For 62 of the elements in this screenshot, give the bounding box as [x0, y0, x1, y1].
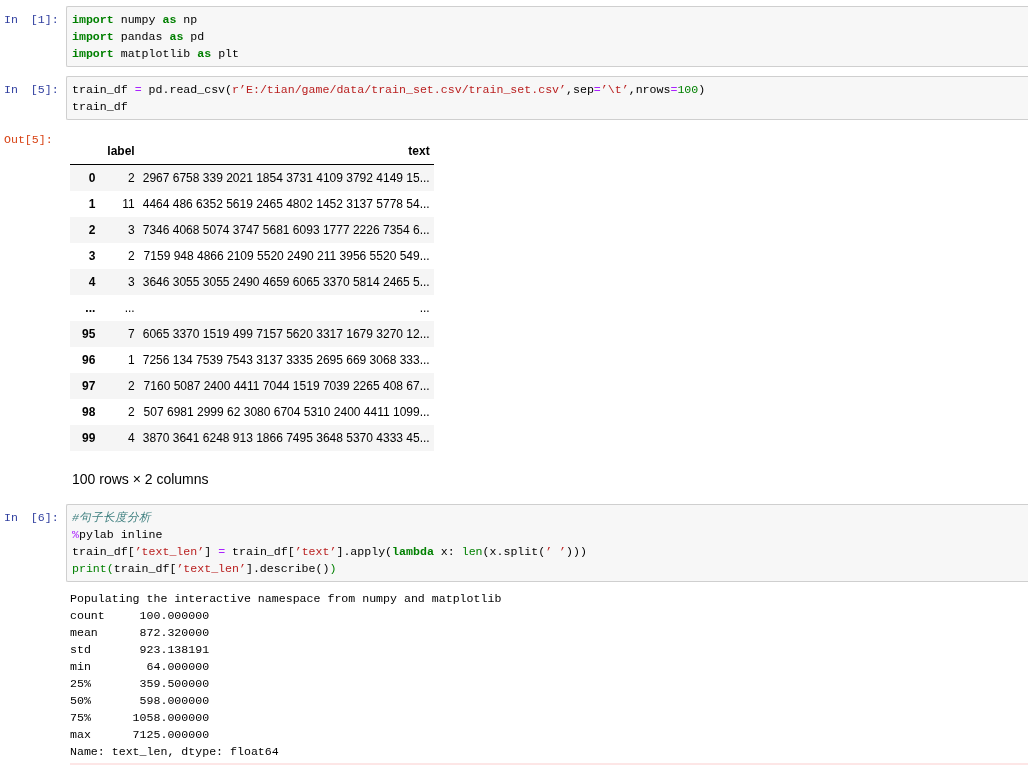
table-cell: 2967 6758 339 2021 1854 3731 4109 3792 4149 15... [138, 164, 434, 191]
output-line: mean 872.320000 [70, 625, 210, 641]
output-line: 25% 359.500000 [70, 676, 210, 692]
output-line: std 923.138191 [70, 642, 210, 658]
table-shape-text: 100 rows × 2 columns [72, 471, 210, 487]
table-cell: 7160 5087 2400 4411 7044 1519 7039 2265 408 67... [138, 373, 434, 399]
table-cell: 3646 3055 3055 2490 4659 6065 3370 5814 2465 5... [138, 269, 434, 295]
row-index: 97 [70, 373, 104, 399]
row-index: 99 [70, 425, 104, 451]
output-line: 50% 598.000000 [70, 693, 210, 709]
code-line: import matplotlib as plt [72, 46, 239, 62]
output-line: Populating the interactive namespace from numpy and matplotlib [70, 591, 502, 607]
output-prompt: Out[5]: [3, 132, 54, 148]
row-index: 95 [70, 321, 104, 347]
table-cell: 1 [103, 347, 139, 373]
table-cell: 6065 3370 1519 499 7157 5620 3317 1679 3270 12... [138, 321, 434, 347]
row-index: 3 [70, 243, 104, 269]
table-cell: 7346 4068 5074 3747 5681 6093 1777 2226 7354 6... [138, 217, 434, 243]
code-input[interactable]: import numpy as np import pandas as pd import matplotlib as plt [66, 6, 1028, 67]
code-line: train_df[’text_len’] = train_df[’text’].apply(lambda x: len(x.split(’ ’))) [72, 544, 587, 560]
input-prompt: In [6]: [3, 510, 60, 526]
table-cell: 7256 134 7539 7543 3137 3335 2695 669 3068 333... [138, 347, 434, 373]
table-cell: 3 [103, 217, 139, 243]
table-cell: 3 [103, 269, 139, 295]
table-cell: ... [138, 295, 434, 321]
table-cell: 11 [103, 191, 139, 217]
table-cell: 2 [103, 399, 139, 425]
table-cell: 4464 486 6352 5619 2465 4802 1452 3137 5778 54... [138, 191, 434, 217]
code-line: train_df [72, 99, 128, 115]
output-line: min 64.000000 [70, 659, 210, 675]
output-line: max 7125.000000 [70, 727, 210, 743]
code-line: #句子长度分析 [72, 510, 151, 526]
table-cell: 507 6981 2999 62 3080 6704 5310 2400 4411 1099... [138, 399, 434, 425]
code-line: import pandas as pd [72, 29, 205, 45]
table-cell: 2 [103, 373, 139, 399]
row-index: ... [70, 295, 104, 321]
code-line: train_df = pd.read_csv(r’E:/tian/game/data/train_set.csv/train_set.csv’,sep=’\t’,nrows=100) [72, 82, 706, 98]
code-line: %pylab inline [72, 527, 163, 543]
row-index: 1 [70, 191, 104, 217]
column-header: label [103, 138, 139, 165]
output-line: count 100.000000 [70, 608, 210, 624]
code-line: print(train_df[’text_len’].describe()) [72, 561, 337, 577]
output-line: Name: text_len, dtype: float64 [70, 744, 279, 760]
table-cell: 7 [103, 321, 139, 347]
row-index: 0 [70, 164, 104, 191]
table-cell: 7159 948 4866 2109 5520 2490 211 3956 5520 549... [138, 243, 434, 269]
input-prompt: In [5]: [3, 82, 60, 98]
code-input[interactable]: train_df = pd.read_csv(r’E:/tian/game/data/train_set.csv/train_set.csv’,sep=’\t’,nrows=100) train_df [66, 76, 1028, 120]
row-index: 96 [70, 347, 104, 373]
table-cell: 2 [103, 243, 139, 269]
code-input[interactable]: #句子长度分析 %pylab inline train_df[’text_len’] = train_df[’text’].apply(lambda x: len(x.split(’ ’))) print(train_df[’text_len’].describe()) [66, 504, 1028, 582]
row-index: 4 [70, 269, 104, 295]
row-index: 98 [70, 399, 104, 425]
table-cell: 4 [103, 425, 139, 451]
column-header: text [138, 138, 434, 165]
table-cell: 3870 3641 6248 913 1866 7495 3648 5370 4333 45... [138, 425, 434, 451]
table-cell: 2 [103, 164, 139, 191]
row-index: 2 [70, 217, 104, 243]
code-line: import numpy as np [72, 12, 198, 28]
table-cell: ... [103, 295, 139, 321]
input-prompt: In [1]: [3, 12, 60, 28]
output-line: 75% 1058.000000 [70, 710, 210, 726]
